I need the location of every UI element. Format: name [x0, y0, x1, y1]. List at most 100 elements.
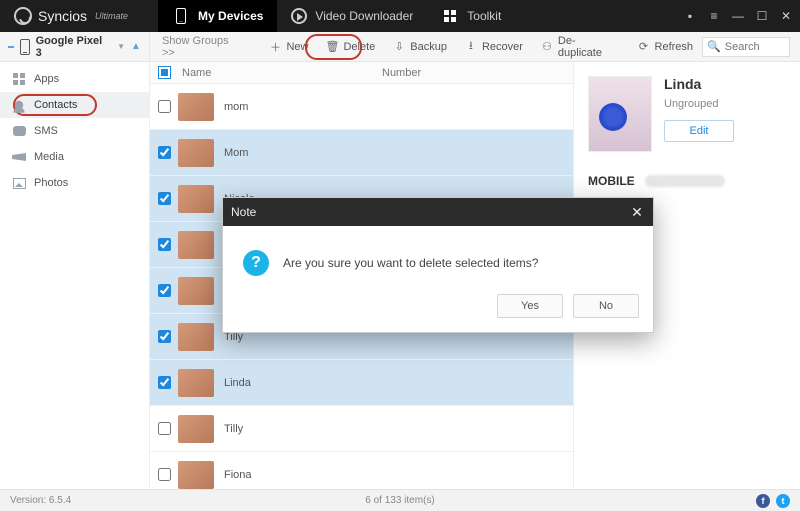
row-checkbox[interactable] [150, 100, 178, 113]
dialog-yes-button[interactable]: Yes [497, 294, 563, 318]
tab-toolkit[interactable]: Toolkit [427, 0, 515, 32]
table-row[interactable]: Tilly [150, 406, 573, 452]
list-header: Name Number [150, 62, 573, 84]
btn-label: Backup [410, 41, 447, 53]
social-links: f t [756, 494, 790, 508]
dialog-no-button[interactable]: No [573, 294, 639, 318]
deduplicate-button[interactable]: ⚇De-duplicate [532, 35, 629, 59]
btn-label: New [286, 41, 308, 53]
refresh-button[interactable]: ⟳Refresh [629, 35, 703, 59]
maximize-icon[interactable]: ☐ [756, 10, 768, 22]
contact-avatar [178, 139, 214, 167]
chevron-down-icon: ▼ [117, 42, 125, 51]
show-groups-toggle[interactable]: Show Groups >> [150, 35, 257, 59]
contact-avatar [178, 415, 214, 443]
plus-icon: ＋ [269, 41, 281, 53]
contact-avatar [178, 277, 214, 305]
contact-avatar [178, 323, 214, 351]
sidebar-item-sms[interactable]: SMS [0, 118, 149, 144]
select-all-checkbox[interactable] [150, 66, 178, 79]
table-row[interactable]: mom [150, 84, 573, 130]
sidebar-item-media[interactable]: Media [0, 144, 149, 170]
brand: Syncios Ultimate [14, 7, 128, 25]
row-checkbox[interactable] [150, 238, 178, 251]
eject-icon[interactable]: ▲ [131, 41, 141, 52]
column-name[interactable]: Name [178, 67, 378, 79]
selection-count: 6 of 133 item(s) [365, 495, 434, 506]
contact-avatar [178, 461, 214, 489]
question-icon: ? [243, 250, 269, 276]
contact-name: Tilly [224, 423, 354, 435]
row-checkbox[interactable] [150, 146, 178, 159]
search-icon: 🔍 [707, 40, 721, 53]
main-nav: My Devices Video Downloader Toolkit [158, 0, 515, 32]
play-circle-icon [291, 8, 307, 24]
version-label: Version: [10, 495, 46, 506]
toolbar: Google Pixel 3 ▼ ▲ Show Groups >> ＋ New 🗑… [0, 32, 800, 62]
trash-icon: 🗑 [326, 41, 338, 53]
minimize-icon[interactable]: — [732, 10, 744, 22]
device-selector[interactable]: Google Pixel 3 ▼ ▲ [0, 32, 150, 61]
edit-button[interactable]: Edit [664, 120, 734, 142]
new-button[interactable]: ＋ New [260, 35, 317, 59]
window-controls: ▪ ≡ — ☐ ✕ [684, 10, 792, 22]
sidebar-item-photos[interactable]: Photos [0, 170, 149, 196]
brand-logo-icon [14, 7, 32, 25]
detail-mobile-row: MOBILE [588, 174, 786, 188]
grid-icon [441, 7, 459, 25]
device-icon [172, 7, 190, 25]
brand-edition: Ultimate [95, 11, 128, 21]
sidebar-item-apps[interactable]: Apps [0, 66, 149, 92]
sidebar-item-contacts[interactable]: Contacts [0, 92, 149, 118]
detail-contact-group: Ungrouped [664, 98, 734, 110]
search-input[interactable] [725, 41, 785, 53]
row-checkbox[interactable] [150, 330, 178, 343]
table-row[interactable]: Fiona [150, 452, 573, 489]
btn-label: Recover [482, 41, 523, 53]
sidebar-item-label: Photos [34, 177, 68, 189]
delete-button[interactable]: 🗑 Delete [317, 35, 384, 59]
search-box[interactable]: 🔍 [702, 37, 790, 57]
sidebar-item-label: SMS [34, 125, 58, 137]
menu-icon[interactable]: ≡ [708, 10, 720, 22]
row-checkbox[interactable] [150, 284, 178, 297]
facebook-icon[interactable]: f [756, 494, 770, 508]
toolbar-actions: ＋ New 🗑 Delete ⇩ Backup ⭳ Recover ⚇De-duplic… [260, 32, 702, 61]
contact-name: mom [224, 101, 354, 113]
confirm-dialog: Note ✕ ? Are you sure you want to delete… [222, 197, 654, 333]
row-checkbox[interactable] [150, 192, 178, 205]
twitter-icon[interactable]: t [776, 494, 790, 508]
status-bar: Version: 6.5.4 6 of 133 item(s) f t [0, 489, 800, 511]
photos-icon [12, 176, 26, 190]
btn-label: De-duplicate [558, 35, 620, 59]
titlebar: Syncios Ultimate My Devices Video Downlo… [0, 0, 800, 32]
btn-label: Delete [343, 41, 375, 53]
phone-icon [20, 39, 30, 55]
table-row[interactable]: Linda [150, 360, 573, 406]
tab-video-downloader[interactable]: Video Downloader [277, 0, 427, 32]
dialog-title: Note [231, 205, 256, 219]
recover-button[interactable]: ⭳ Recover [456, 35, 532, 59]
dialog-message: Are you sure you want to delete selected… [283, 256, 538, 270]
device-indicator-icon [8, 46, 14, 48]
tab-my-devices[interactable]: My Devices [158, 0, 277, 32]
backup-button[interactable]: ⇩ Backup [384, 35, 456, 59]
sidebar-item-label: Media [34, 151, 64, 163]
sidebar: Apps Contacts SMS Media Photos [0, 62, 150, 489]
version-value: 6.5.4 [49, 495, 71, 506]
table-row[interactable]: Mom [150, 130, 573, 176]
refresh-icon: ⟳ [638, 41, 650, 53]
feedback-icon[interactable]: ▪ [684, 10, 696, 22]
backup-icon: ⇩ [393, 41, 405, 53]
column-number[interactable]: Number [378, 67, 573, 79]
dialog-close-icon[interactable]: ✕ [629, 204, 645, 221]
brand-name: Syncios [38, 8, 87, 24]
contact-avatar [178, 93, 214, 121]
close-icon[interactable]: ✕ [780, 10, 792, 22]
row-checkbox[interactable] [150, 422, 178, 435]
device-name: Google Pixel 3 [36, 35, 110, 59]
contacts-icon [12, 98, 26, 112]
row-checkbox[interactable] [150, 468, 178, 481]
recover-icon: ⭳ [465, 41, 477, 53]
row-checkbox[interactable] [150, 376, 178, 389]
